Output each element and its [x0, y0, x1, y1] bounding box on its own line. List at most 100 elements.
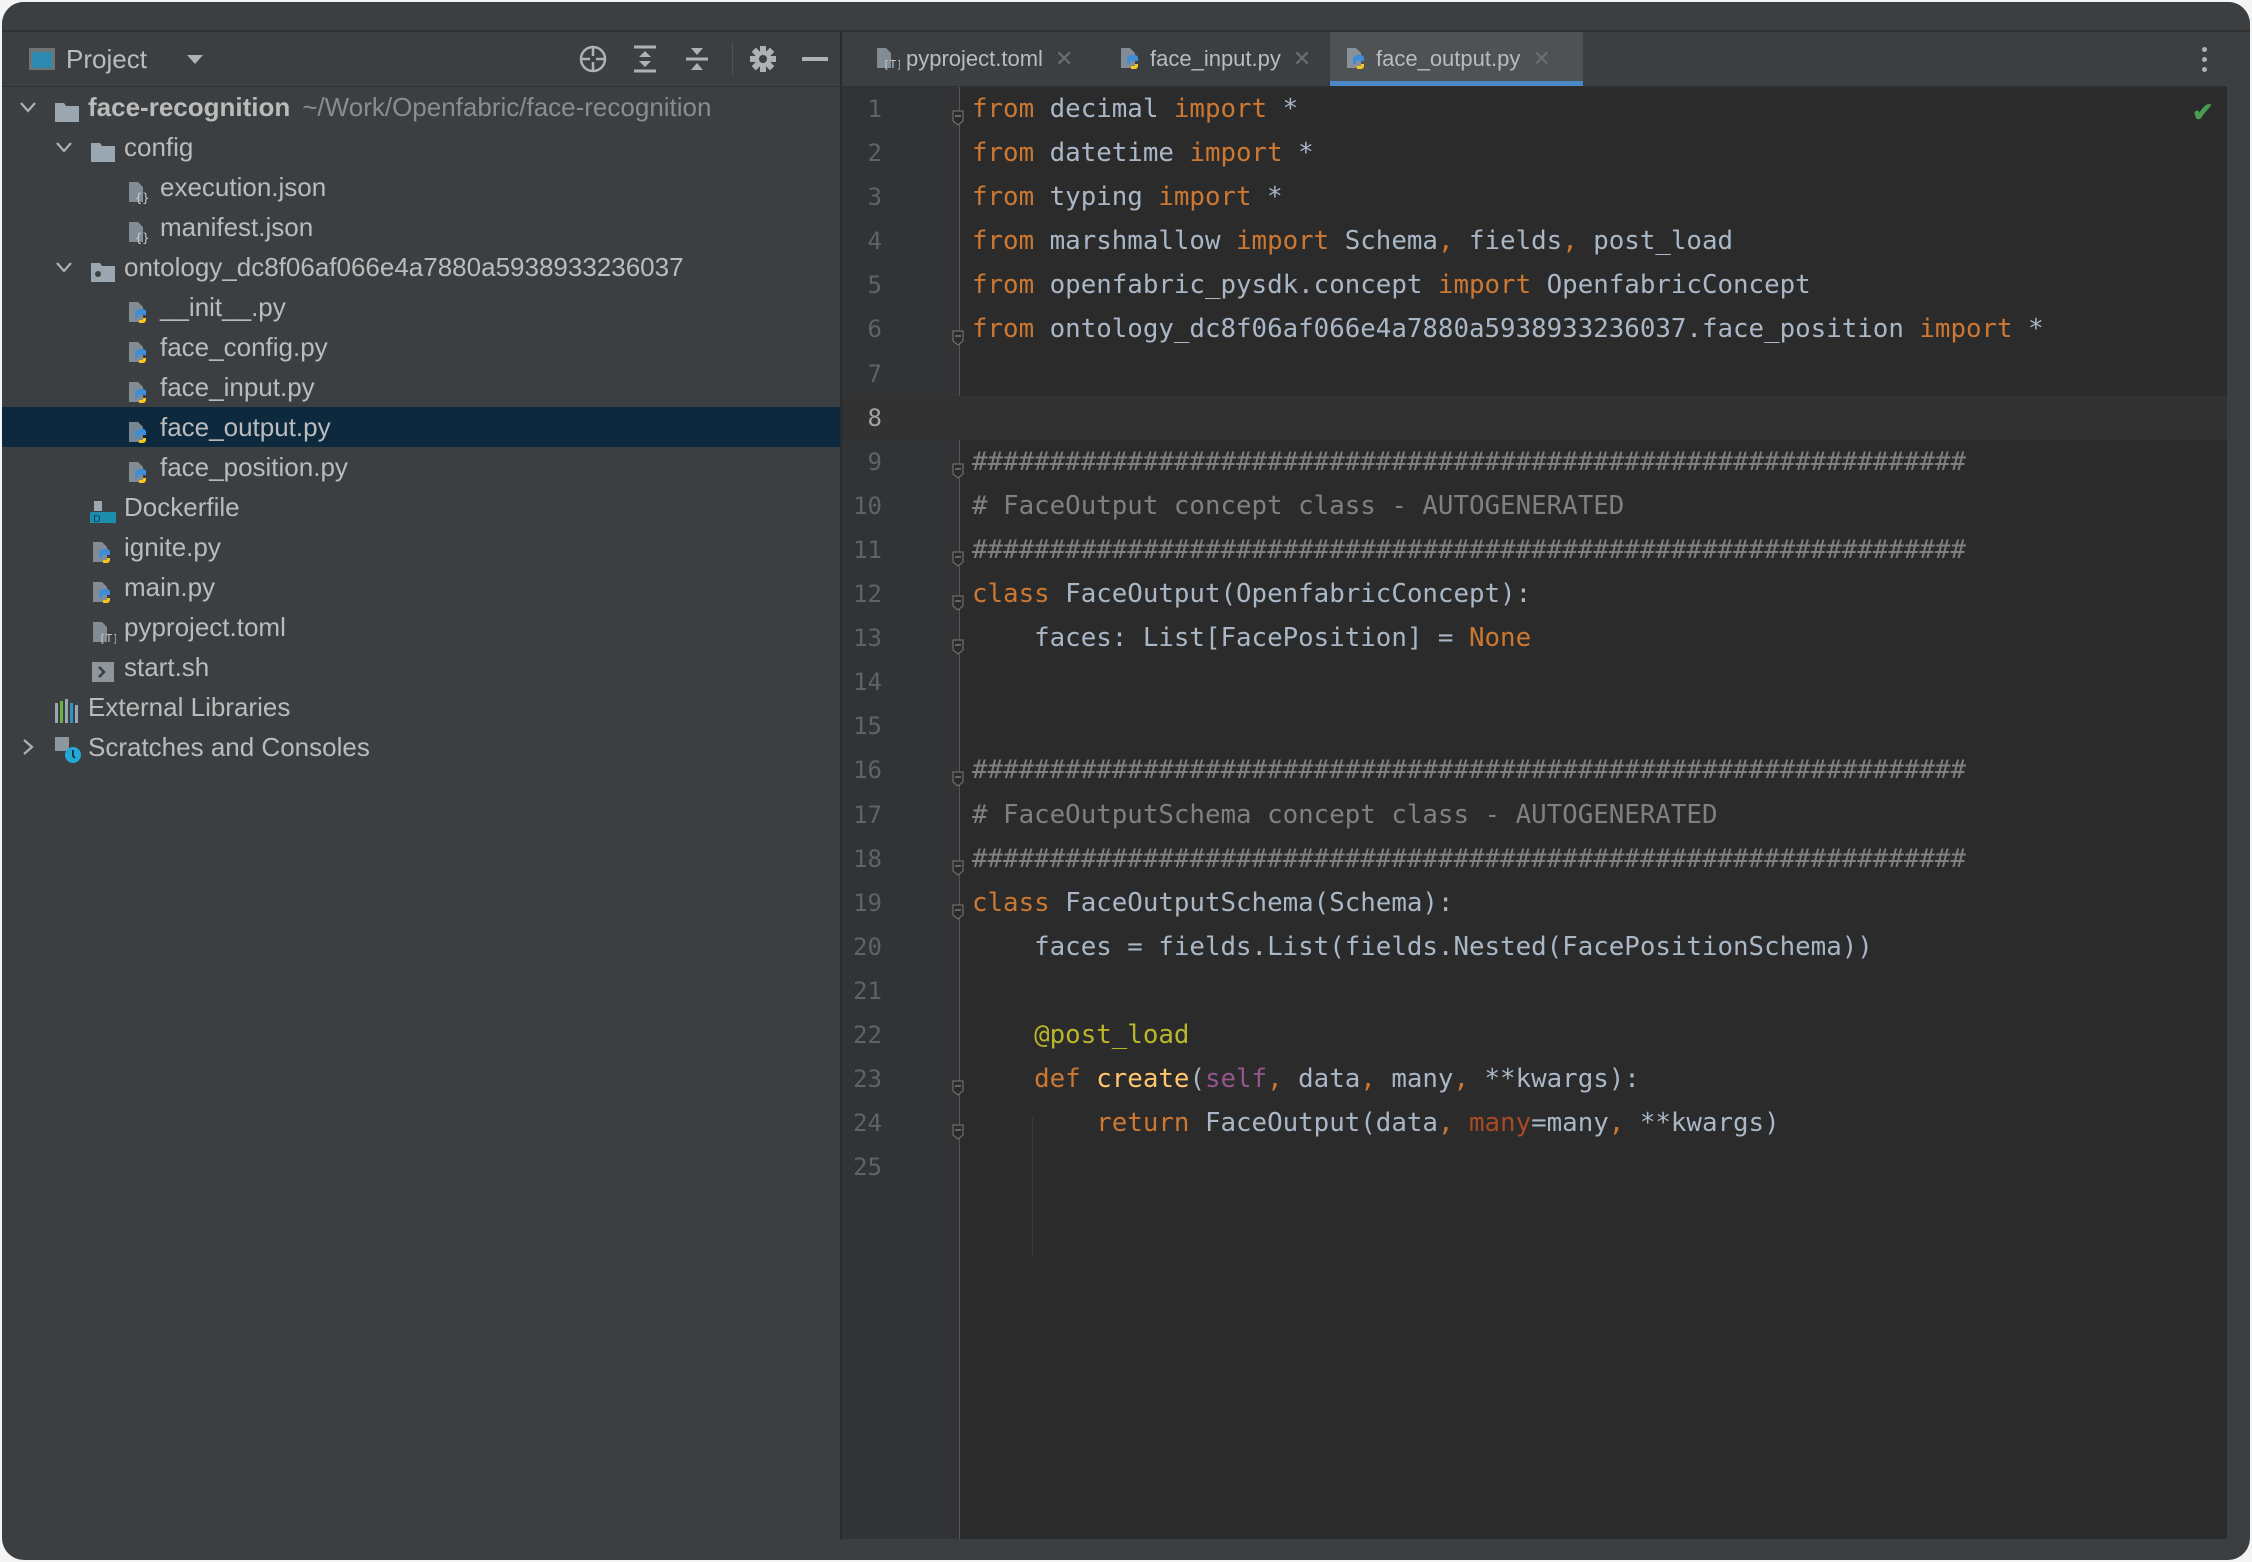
tree-item[interactable]: face_position.py: [2, 447, 840, 487]
code-line[interactable]: 20 faces = fields.List(fields.Nested(Fac…: [842, 925, 2227, 969]
fold-marker-icon[interactable]: [952, 541, 964, 567]
code-line[interactable]: 1 from decimal import *: [842, 87, 2227, 131]
close-tab-icon[interactable]: ✕: [1532, 46, 1550, 72]
code-line[interactable]: 10 # FaceOutput concept class - AUTOGENER…: [842, 484, 2227, 528]
line-number: 4: [867, 227, 882, 256]
code-line[interactable]: 4 from marshmallow import Schema, fields,…: [842, 219, 2227, 263]
code-line[interactable]: 22 @post_load: [842, 1013, 2227, 1057]
tree-item[interactable]: face-recognition ~/Work/Openfabric/face-r…: [2, 87, 840, 127]
close-tab-icon[interactable]: ✕: [1055, 46, 1073, 72]
code-line[interactable]: 15: [842, 704, 2227, 748]
locate-icon[interactable]: [576, 32, 610, 86]
indent-guide: [1032, 1117, 1033, 1257]
tree-item[interactable]: main.py: [2, 567, 840, 607]
tab-pyproject-toml[interactable]: [T] pyproject.toml ✕: [860, 32, 1087, 86]
tree-item[interactable]: D Dockerfile: [2, 487, 840, 527]
code-token: FaceOutputSchema(Schema):: [1049, 887, 1454, 918]
code-line[interactable]: 13 faces: List[FacePosition] = None: [842, 616, 2227, 660]
tree-item[interactable]: start.sh: [2, 647, 840, 687]
python-file-icon: [126, 375, 152, 403]
code-token: from: [972, 226, 1035, 257]
fold-marker-icon[interactable]: [952, 761, 964, 788]
code-line[interactable]: 23 def create(self, data, many, **kwargs…: [842, 1057, 2227, 1101]
fold-marker-icon[interactable]: [952, 894, 964, 920]
minimize-icon[interactable]: [800, 32, 830, 86]
code-text: from typing import *: [972, 175, 1283, 219]
code-line[interactable]: 21: [842, 969, 2227, 1013]
fold-marker-icon[interactable]: [952, 629, 964, 655]
code-line[interactable]: 6 from ontology_dc8f06af066e4a7880a593893…: [842, 307, 2227, 351]
code-line[interactable]: 8: [842, 395, 2227, 440]
fold-marker-icon[interactable]: [952, 850, 964, 876]
code-token: Schema: [1329, 226, 1438, 257]
tree-item[interactable]: Scratches and Consoles: [2, 727, 840, 767]
project-view-selector[interactable]: Project: [66, 32, 147, 86]
tree-item[interactable]: External Libraries: [2, 687, 840, 727]
code-text: ########################################…: [972, 748, 1966, 792]
code-line[interactable]: 9 #######################################…: [842, 440, 2227, 484]
code-line[interactable]: 14: [842, 660, 2227, 704]
code-line[interactable]: 3 from typing import *: [842, 175, 2227, 219]
tree-item[interactable]: [T] pyproject.toml: [2, 607, 840, 647]
chevron-down-icon[interactable]: [182, 32, 208, 86]
code-token: import: [1236, 226, 1330, 257]
tab-label: pyproject.toml: [906, 46, 1043, 71]
code-token: openfabric_pysdk.concept: [1034, 270, 1438, 301]
code-token: ########################################…: [972, 534, 1966, 565]
tree-item[interactable]: face_output.py: [2, 407, 840, 447]
code-token: ,: [1437, 226, 1454, 257]
tree-item[interactable]: config: [2, 127, 840, 167]
more-options-icon[interactable]: [2197, 32, 2211, 86]
python-file-icon: [90, 535, 116, 563]
code-line[interactable]: 11 ######################################…: [842, 528, 2227, 572]
tree-item[interactable]: {} execution.json: [2, 167, 840, 207]
code-line[interactable]: 25: [842, 1145, 2227, 1189]
line-number: 15: [853, 712, 882, 741]
tree-item[interactable]: face_config.py: [2, 327, 840, 367]
tree-item-label: External Libraries: [88, 692, 291, 722]
fold-marker-icon[interactable]: [952, 1070, 964, 1096]
tree-item-label: Dockerfile: [124, 492, 240, 522]
code-line[interactable]: 17 # FaceOutputSchema concept class - AUT…: [842, 793, 2227, 837]
line-number: 25: [853, 1153, 882, 1182]
code-token: FaceOutput(data: [1189, 1108, 1438, 1139]
code-line[interactable]: 12 class FaceOutput(OpenfabricConcept):: [842, 572, 2227, 616]
close-tab-icon[interactable]: ✕: [1293, 46, 1311, 72]
tree-item[interactable]: {} manifest.json: [2, 207, 840, 247]
expand-all-icon[interactable]: [628, 32, 662, 86]
chevron-right-icon[interactable]: [16, 727, 40, 767]
shell-script-icon: [90, 655, 116, 682]
code-line[interactable]: 7: [842, 352, 2227, 396]
tab-face-input-py[interactable]: face_input.py ✕: [1104, 32, 1325, 86]
code-line[interactable]: 2 from datetime import *: [842, 131, 2227, 175]
fold-marker-icon[interactable]: [952, 453, 964, 479]
fold-marker-icon[interactable]: [952, 320, 964, 347]
chevron-down-icon[interactable]: [52, 127, 76, 167]
tree-item[interactable]: __init__.py: [2, 287, 840, 327]
chevron-down-icon[interactable]: [52, 247, 76, 287]
code-line[interactable]: 18 ######################################…: [842, 837, 2227, 881]
tree-item[interactable]: ignite.py: [2, 527, 840, 567]
code-token: from: [972, 314, 1035, 345]
external-libraries-icon: [54, 695, 80, 723]
code-line[interactable]: 5 from openfabric_pysdk.concept import Op…: [842, 263, 2227, 307]
code-line[interactable]: 24 return FaceOutput(data, many=many, **…: [842, 1101, 2227, 1145]
gear-icon[interactable]: [746, 32, 780, 86]
tree-item[interactable]: ontology_dc8f06af066e4a7880a593893323603…: [2, 247, 840, 287]
tab-face-output-py[interactable]: face_output.py ✕: [1330, 32, 1583, 86]
code-token: FaceOutput(OpenfabricConcept):: [1049, 579, 1532, 610]
fold-marker-icon[interactable]: [952, 1114, 964, 1140]
code-line[interactable]: 16 ######################################…: [842, 748, 2227, 792]
code-token: *: [2012, 314, 2044, 345]
code-line[interactable]: 19 class FaceOutputSchema(Schema):: [842, 881, 2227, 925]
tree-item-label: ignite.py: [124, 532, 221, 562]
fold-marker-icon[interactable]: [952, 585, 964, 611]
collapse-all-icon[interactable]: [680, 32, 714, 86]
tree-item-label: start.sh: [124, 652, 210, 682]
code-editor[interactable]: 1 from decimal import * 2 from datetime imp…: [842, 87, 2227, 1539]
project-panel-header: Project: [2, 32, 840, 87]
chevron-down-icon[interactable]: [16, 87, 40, 127]
tree-item[interactable]: face_input.py: [2, 367, 840, 407]
code-token: OpenfabricConcept: [1531, 270, 1811, 301]
fold-marker-icon[interactable]: [952, 100, 964, 126]
